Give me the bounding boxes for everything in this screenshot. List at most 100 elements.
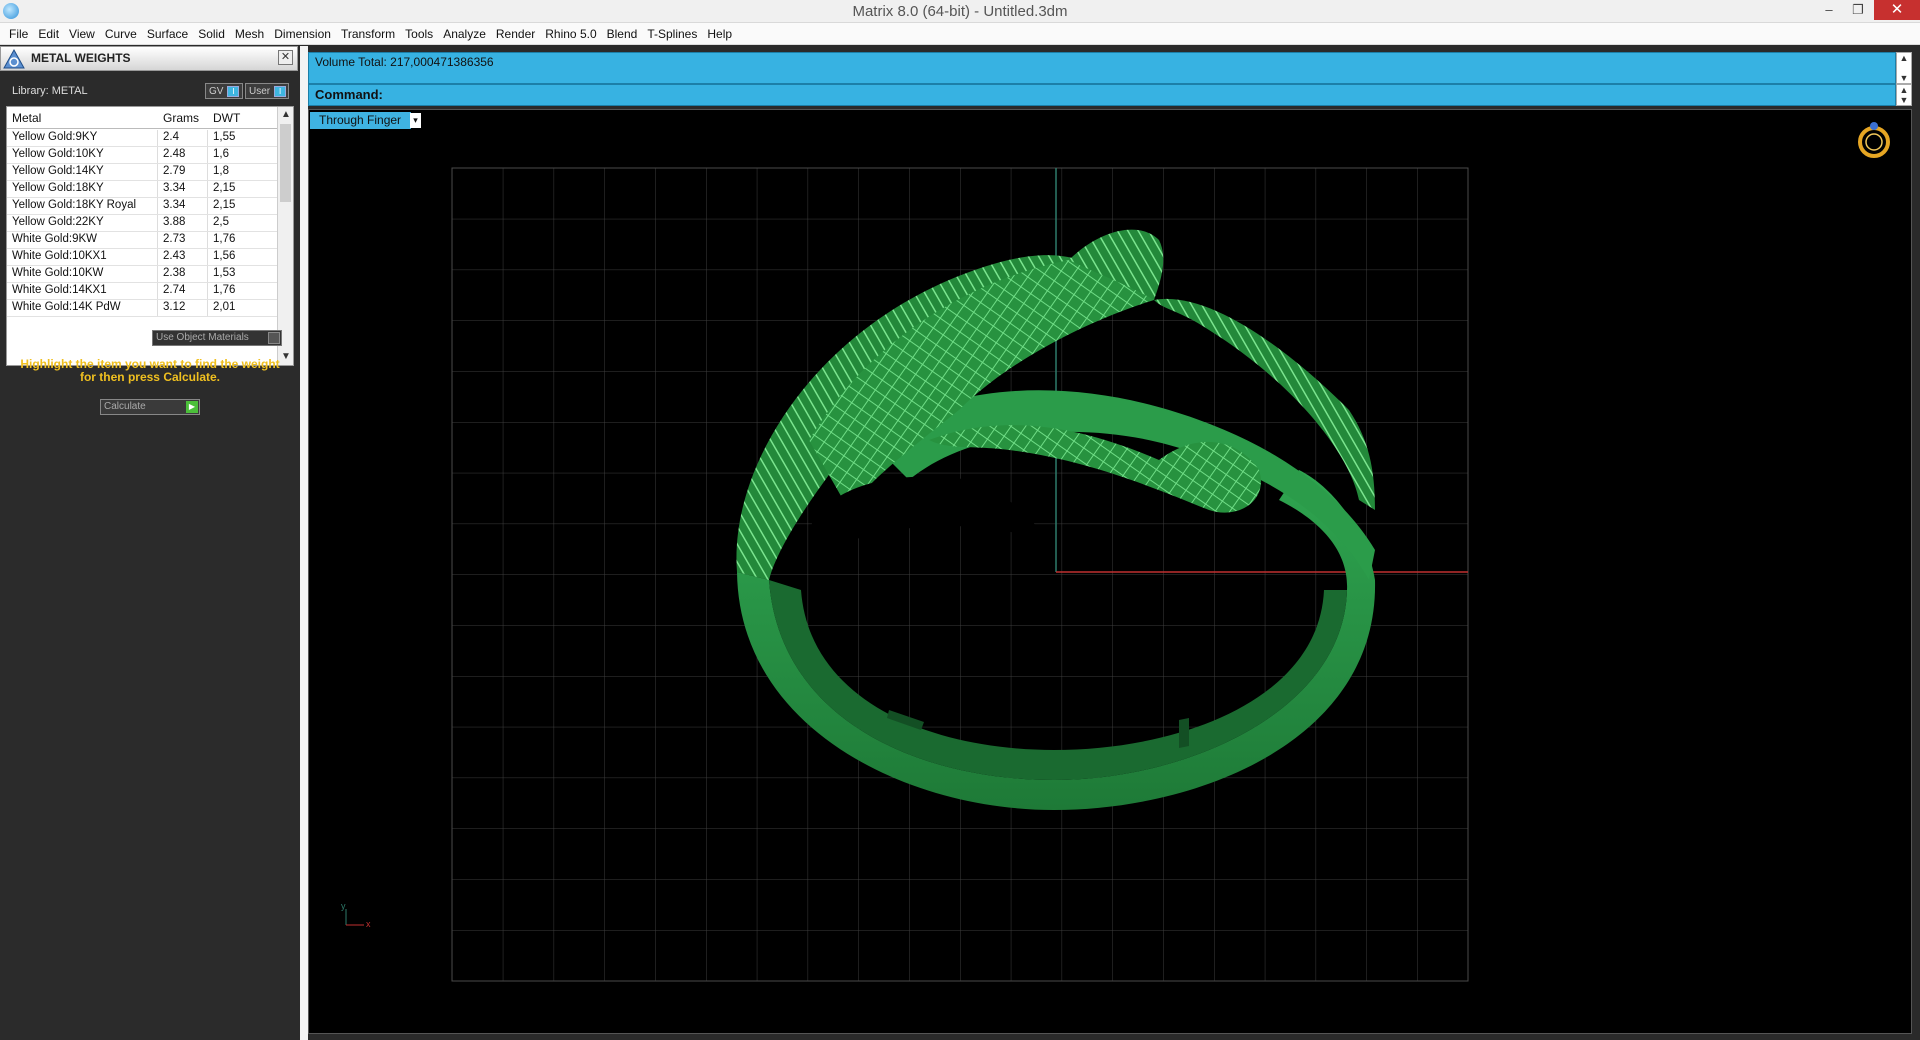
metal-cell: White Gold:14KX1 bbox=[7, 283, 158, 299]
menu-curve[interactable]: Curve bbox=[100, 27, 142, 41]
metal-cell: White Gold:9KW bbox=[7, 232, 158, 248]
table-row[interactable]: Yellow Gold:9KY 2.4 1,55 bbox=[7, 130, 277, 147]
calculate-button[interactable]: Calculate ▶ bbox=[100, 399, 200, 415]
menu-tsplines[interactable]: T-Splines bbox=[642, 27, 702, 41]
menu-help[interactable]: Help bbox=[702, 27, 737, 41]
grams-cell: 2.38 bbox=[158, 266, 208, 282]
close-button[interactable]: ✕ bbox=[1874, 0, 1920, 20]
axis-triad: y x bbox=[341, 901, 371, 929]
metal-cell: White Gold:10KX1 bbox=[7, 249, 158, 265]
dwt-cell: 1,55 bbox=[213, 131, 236, 143]
command-spinner[interactable]: ▲ ▼ bbox=[1896, 84, 1912, 106]
instruction-text: Highlight the item you want to find the … bbox=[20, 357, 280, 384]
menu-tools[interactable]: Tools bbox=[400, 27, 438, 41]
minimize-button[interactable]: – bbox=[1813, 0, 1845, 20]
dwt-cell: 2,15 bbox=[213, 199, 236, 211]
library-label: Library: METAL bbox=[12, 85, 88, 97]
grams-cell: 2.43 bbox=[158, 249, 208, 265]
column-header-metal[interactable]: Metal bbox=[7, 107, 158, 128]
column-header-dwt[interactable]: DWT bbox=[208, 107, 268, 128]
grams-cell: 3.88 bbox=[158, 215, 208, 231]
restore-button[interactable]: ❐ bbox=[1842, 0, 1874, 20]
command-area: Volume Total: 217,000471386356 ▲ ▼ Comman… bbox=[308, 52, 1912, 108]
metal-cell: Yellow Gold:9KY bbox=[7, 130, 158, 146]
menu-blend[interactable]: Blend bbox=[602, 27, 643, 41]
use-object-materials-checkbox[interactable]: Use Object Materials bbox=[152, 330, 282, 346]
table-row[interactable]: Yellow Gold:14KY 2.79 1,8 bbox=[7, 164, 277, 181]
gv-toggle-label: GV bbox=[209, 85, 224, 97]
viewport-canvas[interactable]: y x bbox=[309, 110, 1913, 1035]
command-history: Volume Total: 217,000471386356 bbox=[308, 52, 1896, 84]
table-row[interactable]: White Gold:10KX1 2.43 1,56 bbox=[7, 249, 277, 266]
dwt-cell: 1,76 bbox=[213, 233, 236, 245]
menu-render[interactable]: Render bbox=[491, 27, 540, 41]
app-window: Matrix 8.0 (64-bit) - Untitled.3dm – ❐ ✕… bbox=[0, 0, 1920, 1040]
dwt-cell: 2,5 bbox=[213, 216, 229, 228]
viewport-dropdown-icon[interactable]: ▾ bbox=[410, 113, 421, 128]
matrix-logo-icon bbox=[3, 49, 25, 69]
grams-cell: 2.4 bbox=[158, 130, 208, 146]
table-row[interactable]: Yellow Gold:10KY 2.48 1,6 bbox=[7, 147, 277, 164]
window-title: Matrix 8.0 (64-bit) - Untitled.3dm bbox=[852, 3, 1068, 20]
metal-table-body: Yellow Gold:9KY 2.4 1,55 Yellow Gold:10KY 2… bbox=[7, 130, 277, 317]
metal-cell: Yellow Gold:18KY bbox=[7, 181, 158, 197]
dwt-cell: 2,15 bbox=[213, 182, 236, 194]
panel-close-button[interactable]: ✕ bbox=[278, 50, 293, 65]
table-row[interactable]: Yellow Gold:18KY 3.34 2,15 bbox=[7, 181, 277, 198]
menu-file[interactable]: File bbox=[4, 27, 33, 41]
dwt-cell: 1,8 bbox=[213, 165, 229, 177]
scroll-up-icon[interactable]: ▲ bbox=[278, 107, 293, 123]
table-row[interactable]: White Gold:9KW 2.73 1,76 bbox=[7, 232, 277, 249]
use-object-materials-label: Use Object Materials bbox=[156, 332, 249, 343]
play-icon: ▶ bbox=[186, 401, 198, 413]
metal-cell: Yellow Gold:22KY bbox=[7, 215, 158, 231]
table-row[interactable]: Yellow Gold:22KY 3.88 2,5 bbox=[7, 215, 277, 232]
menu-mesh[interactable]: Mesh bbox=[230, 27, 269, 41]
panel-splitter[interactable] bbox=[300, 46, 308, 1040]
menu-view[interactable]: View bbox=[64, 27, 100, 41]
menu-analyze[interactable]: Analyze bbox=[438, 27, 491, 41]
dwt-cell: 1,76 bbox=[213, 284, 236, 296]
metal-table: Metal Grams DWT Yellow Gold:9KY 2.4 1,55 Y… bbox=[6, 106, 294, 366]
3d-viewport[interactable]: y x Through Finger ▾ bbox=[308, 109, 1912, 1034]
menu-surface[interactable]: Surface bbox=[142, 27, 193, 41]
dwt-cell: 2,01 bbox=[213, 301, 236, 313]
grams-cell: 2.74 bbox=[158, 283, 208, 299]
title-bar: Matrix 8.0 (64-bit) - Untitled.3dm – ❐ ✕ bbox=[0, 0, 1920, 23]
table-row[interactable]: White Gold:14K PdW 3.12 2,01 bbox=[7, 300, 277, 317]
metal-cell: Yellow Gold:14KY bbox=[7, 164, 158, 180]
grams-cell: 2.79 bbox=[158, 164, 208, 180]
calculate-label: Calculate bbox=[104, 401, 146, 412]
command-input[interactable]: Command: bbox=[308, 84, 1896, 106]
panel-header: METAL WEIGHTS ✕ bbox=[0, 46, 298, 71]
menu-rhino[interactable]: Rhino 5.0 bbox=[540, 27, 601, 41]
table-row[interactable]: White Gold:14KX1 2.74 1,76 bbox=[7, 283, 277, 300]
metal-weights-panel: METAL WEIGHTS ✕ Library: METAL GV I User… bbox=[0, 46, 300, 1040]
grams-cell: 3.34 bbox=[158, 198, 208, 214]
axis-y-label: y bbox=[341, 901, 346, 911]
grams-cell: 2.73 bbox=[158, 232, 208, 248]
scroll-thumb[interactable] bbox=[280, 124, 291, 202]
gv-toggle[interactable]: GV I bbox=[205, 83, 243, 99]
ring-view-icon[interactable] bbox=[1858, 122, 1890, 158]
menu-transform[interactable]: Transform bbox=[336, 27, 400, 41]
metal-cell: Yellow Gold:10KY bbox=[7, 147, 158, 163]
axis-x-label: x bbox=[366, 919, 371, 929]
dwt-cell: 1,56 bbox=[213, 250, 236, 262]
metal-cell: Yellow Gold:18KY Royal bbox=[7, 198, 158, 214]
viewport-name[interactable]: Through Finger bbox=[310, 112, 412, 129]
menu-edit[interactable]: Edit bbox=[33, 27, 64, 41]
history-scrollbar[interactable]: ▲ ▼ bbox=[1896, 52, 1912, 84]
column-header-grams[interactable]: Grams bbox=[158, 107, 208, 128]
dwt-cell: 1,6 bbox=[213, 148, 229, 160]
grams-cell: 2.48 bbox=[158, 147, 208, 163]
metal-table-scrollbar[interactable]: ▲ ▼ bbox=[277, 107, 293, 365]
menu-dimension[interactable]: Dimension bbox=[269, 27, 336, 41]
gv-toggle-knob: I bbox=[227, 85, 240, 97]
user-toggle[interactable]: User I bbox=[245, 83, 289, 99]
grams-cell: 3.34 bbox=[158, 181, 208, 197]
table-row[interactable]: White Gold:10KW 2.38 1,53 bbox=[7, 266, 277, 283]
table-row[interactable]: Yellow Gold:18KY Royal 3.34 2,15 bbox=[7, 198, 277, 215]
grams-cell: 3.12 bbox=[158, 300, 208, 316]
menu-solid[interactable]: Solid bbox=[193, 27, 230, 41]
